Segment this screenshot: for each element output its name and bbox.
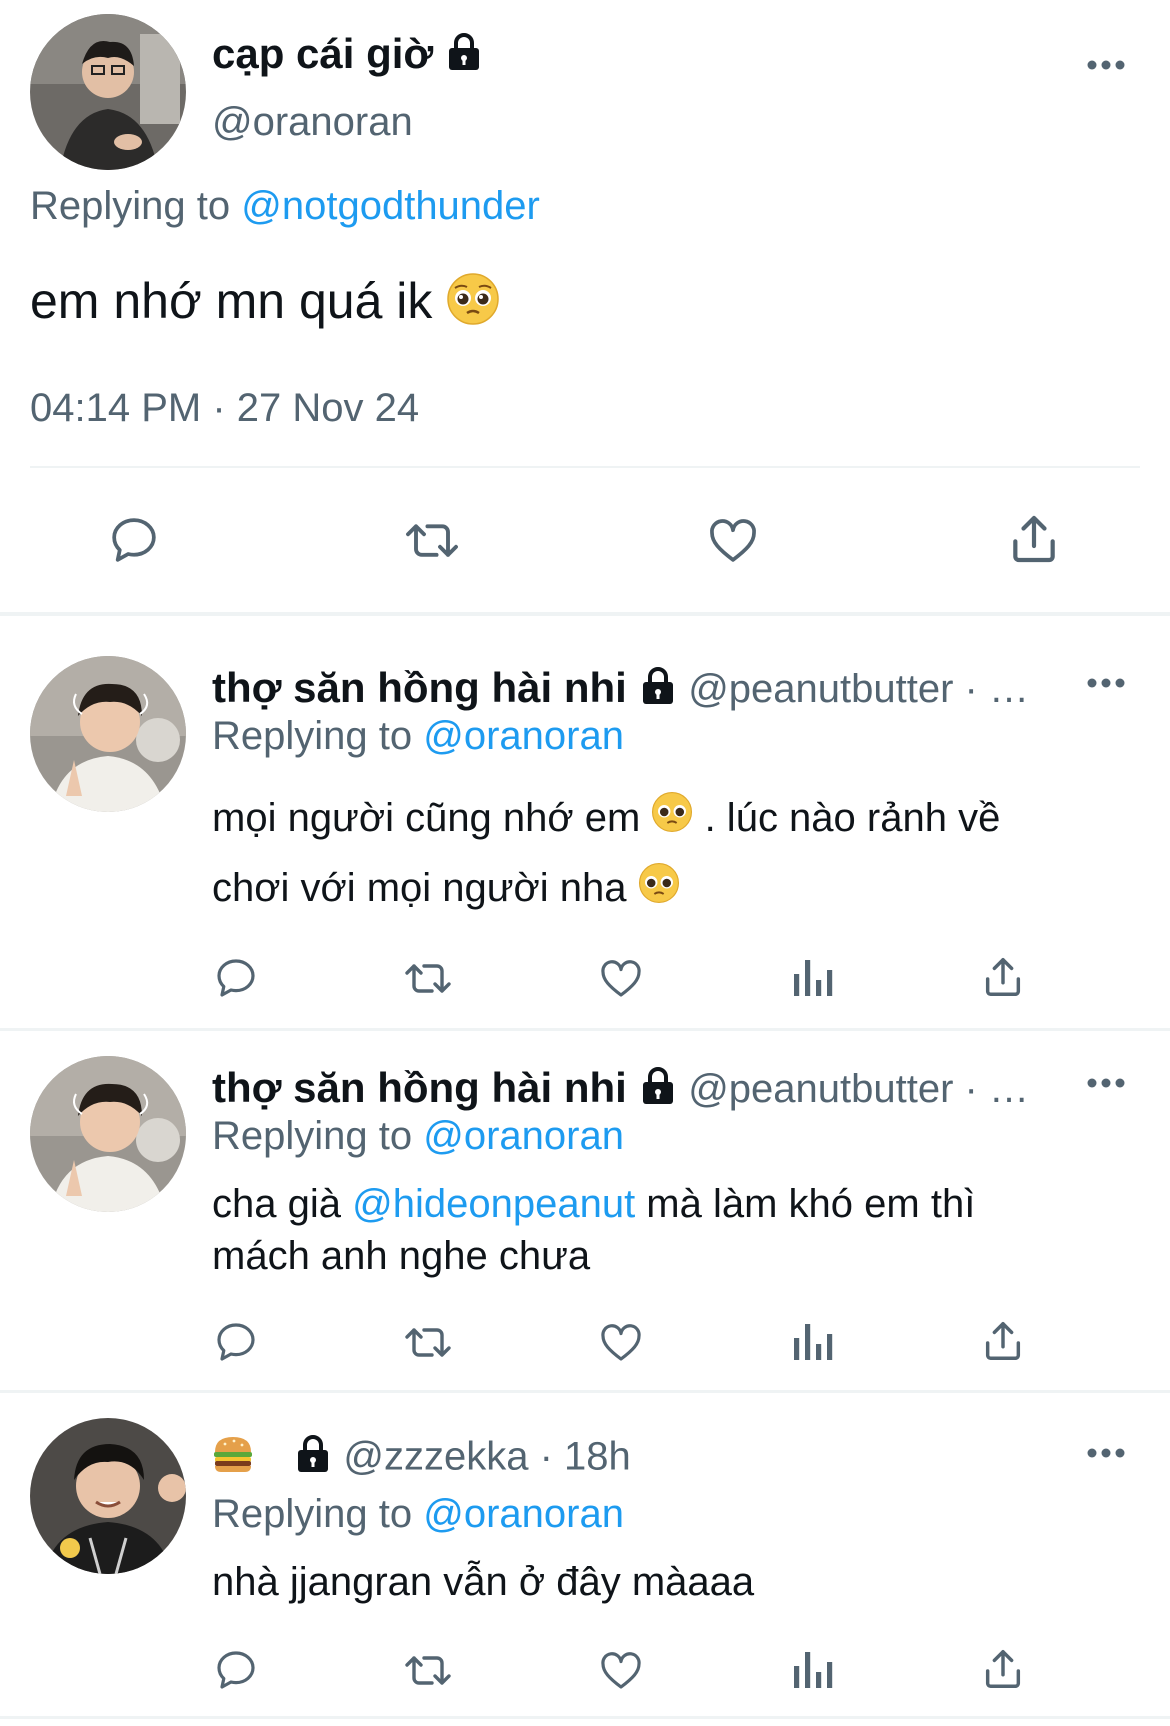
replying-to-line: Replying to @notgodthunder [30, 184, 540, 228]
more-options-icon[interactable] [1086, 1076, 1126, 1090]
tweet-text: em nhớ mn quá ik [30, 272, 500, 338]
replying-to-line: Replying to @oranoran [212, 1114, 624, 1158]
replying-to-line: Replying to @oranoran [212, 714, 624, 758]
more-options-icon[interactable] [1086, 58, 1126, 72]
mention-link[interactable]: @hideonpeanut [352, 1182, 635, 1226]
handle[interactable]: @peanutbutter · … [688, 1067, 1029, 1111]
reply-header: thợ săn hồng hài nhi @peanutbutter · … [212, 1064, 1029, 1116]
more-options-icon[interactable] [1086, 676, 1126, 690]
reply-icon[interactable] [212, 1646, 260, 1694]
avatar[interactable] [30, 1056, 186, 1212]
reply-icon[interactable] [212, 1318, 260, 1366]
like-icon[interactable] [596, 1318, 646, 1366]
section-divider [0, 612, 1170, 616]
section-divider [0, 1028, 1170, 1031]
reply-text: nhà jjangran vẫn ở đây màaaa [212, 1560, 755, 1604]
mention-link[interactable]: @oranoran [423, 714, 624, 758]
hamburger-emoji [212, 1434, 254, 1484]
reply-icon[interactable] [106, 512, 162, 568]
mention-link[interactable]: @oranoran [423, 1114, 624, 1158]
lock-icon [639, 1066, 677, 1116]
handle[interactable]: @zzzekka · 18h [343, 1435, 630, 1479]
more-options-icon[interactable] [1086, 1446, 1126, 1460]
reply-text: mọi người cũng nhớ em . lúc nào rảnh về … [212, 784, 1112, 925]
pleading-face-emoji [638, 857, 680, 925]
avatar[interactable] [30, 14, 186, 170]
timestamp: 04:14 PM · 27 Nov 24 [30, 386, 420, 430]
retweet-icon[interactable] [400, 1646, 456, 1694]
views-icon[interactable] [790, 1318, 834, 1366]
handle[interactable]: @oranoran [212, 100, 413, 145]
lock-icon [445, 32, 483, 82]
lock-icon [639, 666, 677, 716]
reply-text: cha già @hideonpeanut mà làm khó em thì … [212, 1182, 976, 1278]
pleading-face-emoji [446, 272, 500, 338]
section-divider [0, 1716, 1170, 1719]
divider [30, 466, 1140, 468]
views-icon[interactable] [790, 954, 834, 1002]
reply-icon[interactable] [212, 954, 260, 1002]
handle[interactable]: @peanutbutter · … [688, 667, 1029, 711]
like-icon[interactable] [704, 512, 762, 568]
replying-to-line: Replying to @oranoran [212, 1492, 624, 1536]
display-name[interactable]: thợ săn hồng hài nhi [212, 664, 627, 711]
display-name[interactable]: cạp cái giờ [212, 30, 483, 82]
views-icon[interactable] [790, 1646, 834, 1694]
like-icon[interactable] [596, 954, 646, 1002]
share-icon[interactable] [980, 1316, 1026, 1366]
share-icon[interactable] [980, 1644, 1026, 1694]
display-name[interactable]: thợ săn hồng hài nhi [212, 1064, 627, 1111]
retweet-icon[interactable] [400, 954, 456, 1002]
share-icon[interactable] [980, 952, 1026, 1002]
like-icon[interactable] [596, 1646, 646, 1694]
mention-link[interactable]: @oranoran [423, 1492, 624, 1536]
section-divider [0, 1390, 1170, 1393]
avatar[interactable] [30, 1418, 186, 1574]
reply-header: @zzzekka · 18h [212, 1434, 631, 1484]
avatar[interactable] [30, 656, 186, 812]
retweet-icon[interactable] [400, 1318, 456, 1366]
lock-icon [294, 1434, 332, 1484]
share-icon[interactable] [1006, 510, 1062, 568]
retweet-icon[interactable] [400, 512, 464, 568]
pleading-face-emoji [651, 786, 693, 854]
reply-header: thợ săn hồng hài nhi @peanutbutter · … [212, 664, 1029, 716]
mention-link[interactable]: @notgodthunder [241, 184, 540, 228]
